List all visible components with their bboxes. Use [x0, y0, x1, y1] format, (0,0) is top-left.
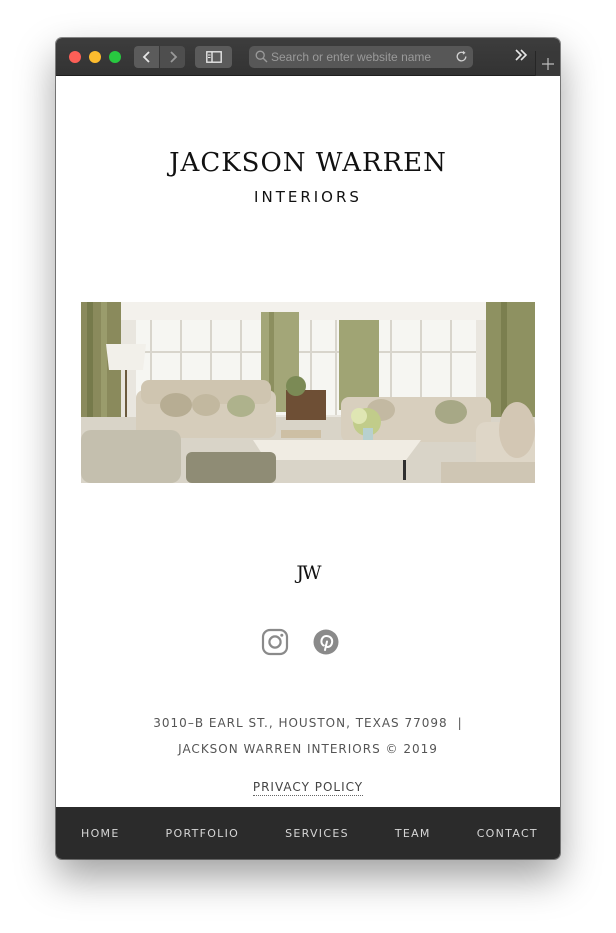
- search-icon: [255, 50, 268, 63]
- forward-icon: [169, 51, 177, 63]
- address-separator: |: [457, 716, 463, 730]
- sidebar-icon: [205, 51, 222, 63]
- instagram-icon[interactable]: [261, 628, 289, 656]
- nav-portfolio[interactable]: PORTFOLIO: [166, 827, 240, 840]
- nav-home[interactable]: HOME: [81, 827, 120, 840]
- privacy-policy-link-row: PRIVACY POLICY: [56, 780, 560, 796]
- reload-icon[interactable]: [455, 50, 468, 63]
- forward-button[interactable]: [160, 46, 185, 68]
- nav-services[interactable]: SERVICES: [285, 827, 349, 840]
- hero-image: [81, 302, 535, 483]
- living-room-photo: [81, 302, 535, 483]
- copyright-text: JACKSON WARREN INTERIORS © 2019: [178, 742, 438, 756]
- back-button[interactable]: [134, 46, 159, 68]
- close-window-button[interactable]: [69, 51, 81, 63]
- sidebar-toggle-button[interactable]: [195, 46, 232, 68]
- privacy-policy-link[interactable]: PRIVACY POLICY: [252, 780, 364, 796]
- nav-contact[interactable]: CONTACT: [477, 827, 538, 840]
- pinterest-icon[interactable]: [312, 628, 340, 656]
- browser-window: JACKSON WARREN INTERIORS: [56, 38, 560, 859]
- site-logo-subtitle: INTERIORS: [254, 188, 362, 206]
- address-line: 3010–B EARL ST., HOUSTON, TEXAS 77098 |: [56, 716, 560, 730]
- zoom-window-button[interactable]: [109, 51, 121, 63]
- more-icon[interactable]: [514, 48, 528, 62]
- browser-toolbar: [56, 38, 560, 76]
- new-tab-icon: [542, 57, 554, 70]
- social-links: [261, 628, 357, 656]
- footer-nav: HOME PORTFOLIO SERVICES TEAM CONTACT: [56, 807, 560, 859]
- address-bar[interactable]: [249, 46, 473, 68]
- back-icon: [142, 51, 150, 63]
- monogram-logo: JW: [296, 562, 321, 584]
- address-input[interactable]: [271, 49, 441, 65]
- page-content: JACKSON WARREN INTERIORS JW 3010–B EARL …: [56, 76, 560, 807]
- new-tab-button[interactable]: [535, 51, 560, 76]
- address-text: 3010–B EARL ST., HOUSTON, TEXAS 77098: [153, 716, 448, 730]
- minimize-window-button[interactable]: [89, 51, 101, 63]
- nav-team[interactable]: TEAM: [395, 827, 431, 840]
- site-logo-title[interactable]: JACKSON WARREN: [56, 148, 560, 178]
